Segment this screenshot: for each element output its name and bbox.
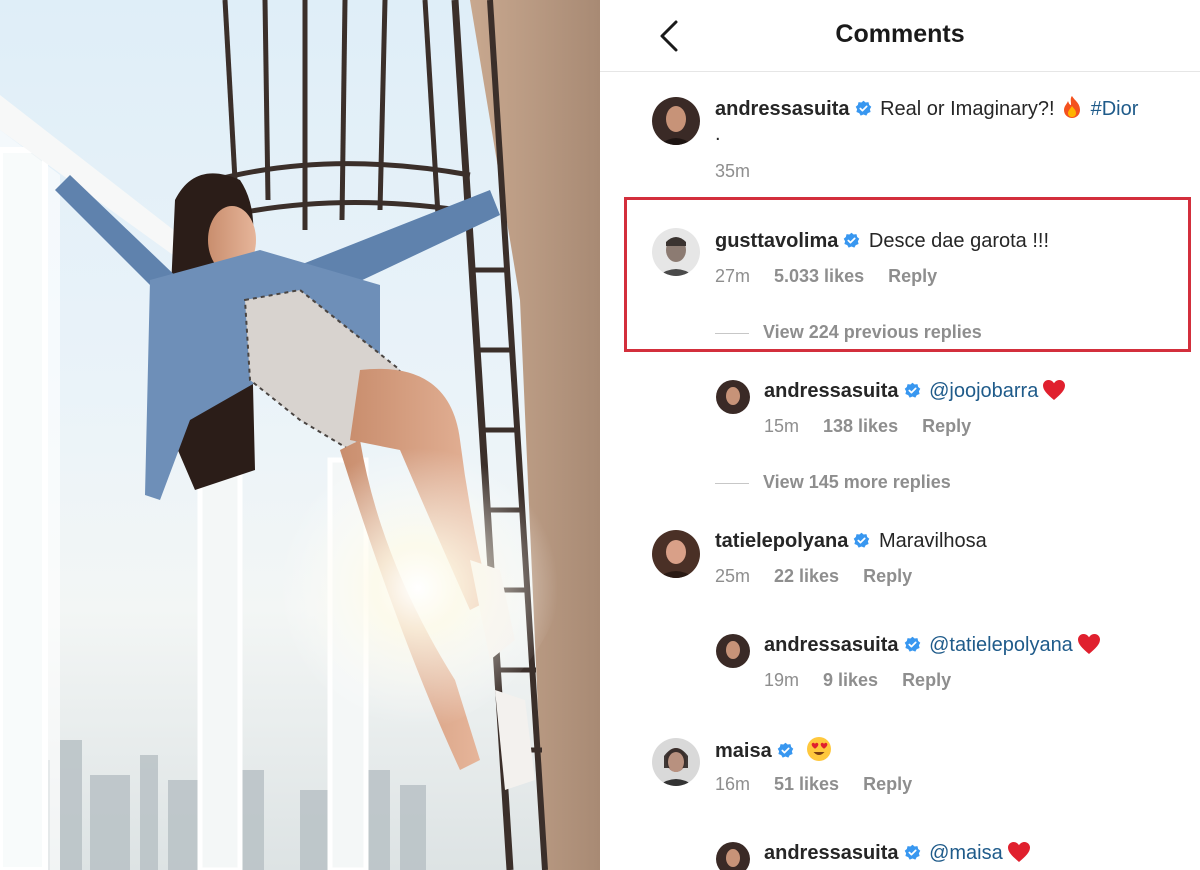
view-replies-label: View 145 more replies bbox=[763, 472, 951, 492]
comment-line: maisa bbox=[715, 736, 832, 764]
caption-meta: 35m bbox=[715, 161, 774, 182]
reply-button[interactable]: Reply bbox=[902, 670, 951, 690]
avatar[interactable] bbox=[716, 634, 750, 668]
likes-count[interactable]: 22 likes bbox=[774, 566, 839, 586]
comment-meta: 16m 51 likes Reply bbox=[715, 774, 936, 795]
red-heart-emoji-icon bbox=[1077, 634, 1100, 654]
avatar[interactable] bbox=[716, 842, 750, 870]
view-previous-replies[interactable]: View 224 previous replies bbox=[715, 322, 982, 343]
comment-line: gusttavolima Desce dae garota !!! bbox=[715, 228, 1049, 254]
caption-text: Real or Imaginary?! bbox=[880, 98, 1055, 120]
red-heart-emoji-icon bbox=[1007, 842, 1030, 862]
caption-line: andressasuita Real or Imaginary?! #Dior bbox=[715, 95, 1138, 122]
username[interactable]: tatielepolyana bbox=[715, 530, 848, 552]
comment-line: tatielepolyana Maravilhosa bbox=[715, 528, 987, 554]
comment-text: Desce dae garota !!! bbox=[868, 230, 1050, 252]
reply-button[interactable]: Reply bbox=[888, 266, 937, 286]
comment-meta: 25m 22 likes Reply bbox=[715, 566, 936, 587]
timestamp: 27m bbox=[715, 266, 751, 286]
likes-count[interactable]: 51 likes bbox=[774, 774, 839, 794]
reply-line: andressasuita @maisa bbox=[764, 840, 1031, 866]
reply-meta: 19m 9 likes Reply bbox=[764, 670, 975, 691]
view-replies-label: View 224 previous replies bbox=[763, 322, 982, 342]
username[interactable]: andressasuita bbox=[764, 634, 899, 656]
reply-button[interactable]: Reply bbox=[863, 566, 912, 586]
avatar[interactable] bbox=[652, 97, 700, 145]
verified-badge-icon bbox=[854, 532, 870, 548]
comment-text: Maravilhosa bbox=[878, 530, 987, 552]
fire-emoji-icon bbox=[1063, 96, 1080, 118]
verified-badge-icon bbox=[904, 844, 920, 860]
username[interactable]: maisa bbox=[715, 740, 772, 762]
reply-line: andressasuita @tatielepolyana bbox=[764, 632, 1101, 658]
timestamp: 35m bbox=[715, 161, 751, 181]
reply-button[interactable]: Reply bbox=[863, 774, 912, 794]
view-more-replies[interactable]: View 145 more replies bbox=[715, 472, 951, 493]
verified-badge-icon bbox=[855, 100, 871, 116]
likes-count[interactable]: 138 likes bbox=[823, 416, 898, 436]
mention-link[interactable]: @joojobarra bbox=[929, 380, 1038, 402]
post-photo bbox=[0, 0, 600, 870]
timestamp: 15m bbox=[764, 416, 800, 436]
hashtag-link[interactable]: #Dior bbox=[1091, 98, 1139, 120]
username[interactable]: andressasuita bbox=[715, 98, 850, 120]
divider bbox=[715, 482, 749, 484]
comment-meta: 27m 5.033 likes Reply bbox=[715, 266, 961, 287]
verified-badge-icon bbox=[904, 382, 920, 398]
divider bbox=[715, 332, 749, 334]
verified-badge-icon bbox=[777, 742, 794, 758]
mention-link[interactable]: @maisa bbox=[929, 842, 1003, 864]
avatar[interactable] bbox=[652, 228, 700, 276]
verified-badge-icon bbox=[844, 232, 860, 248]
photo-illustration bbox=[0, 0, 600, 870]
reply-meta: 15m 138 likes Reply bbox=[764, 416, 995, 437]
comments-header: Comments bbox=[600, 0, 1200, 72]
heart-eyes-emoji-icon bbox=[807, 737, 832, 761]
verified-badge-icon bbox=[904, 636, 920, 652]
avatar[interactable] bbox=[716, 380, 750, 414]
username[interactable]: gusttavolima bbox=[715, 230, 838, 252]
username[interactable]: andressasuita bbox=[764, 842, 899, 864]
reply-line: andressasuita @joojobarra bbox=[764, 378, 1066, 404]
timestamp: 16m bbox=[715, 774, 751, 794]
likes-count[interactable]: 9 likes bbox=[823, 670, 878, 690]
avatar[interactable] bbox=[652, 530, 700, 578]
username[interactable]: andressasuita bbox=[764, 380, 899, 402]
timestamp: 19m bbox=[764, 670, 800, 690]
caption-second-line: . bbox=[715, 123, 721, 145]
avatar[interactable] bbox=[652, 738, 700, 786]
mention-link[interactable]: @tatielepolyana bbox=[929, 634, 1073, 656]
reply-button[interactable]: Reply bbox=[922, 416, 971, 436]
timestamp: 25m bbox=[715, 566, 751, 586]
likes-count[interactable]: 5.033 likes bbox=[774, 266, 864, 286]
page-title: Comments bbox=[835, 20, 965, 48]
red-heart-emoji-icon bbox=[1043, 380, 1066, 400]
comments-panel: Comments andressasuita Real or Imaginary… bbox=[600, 0, 1200, 870]
